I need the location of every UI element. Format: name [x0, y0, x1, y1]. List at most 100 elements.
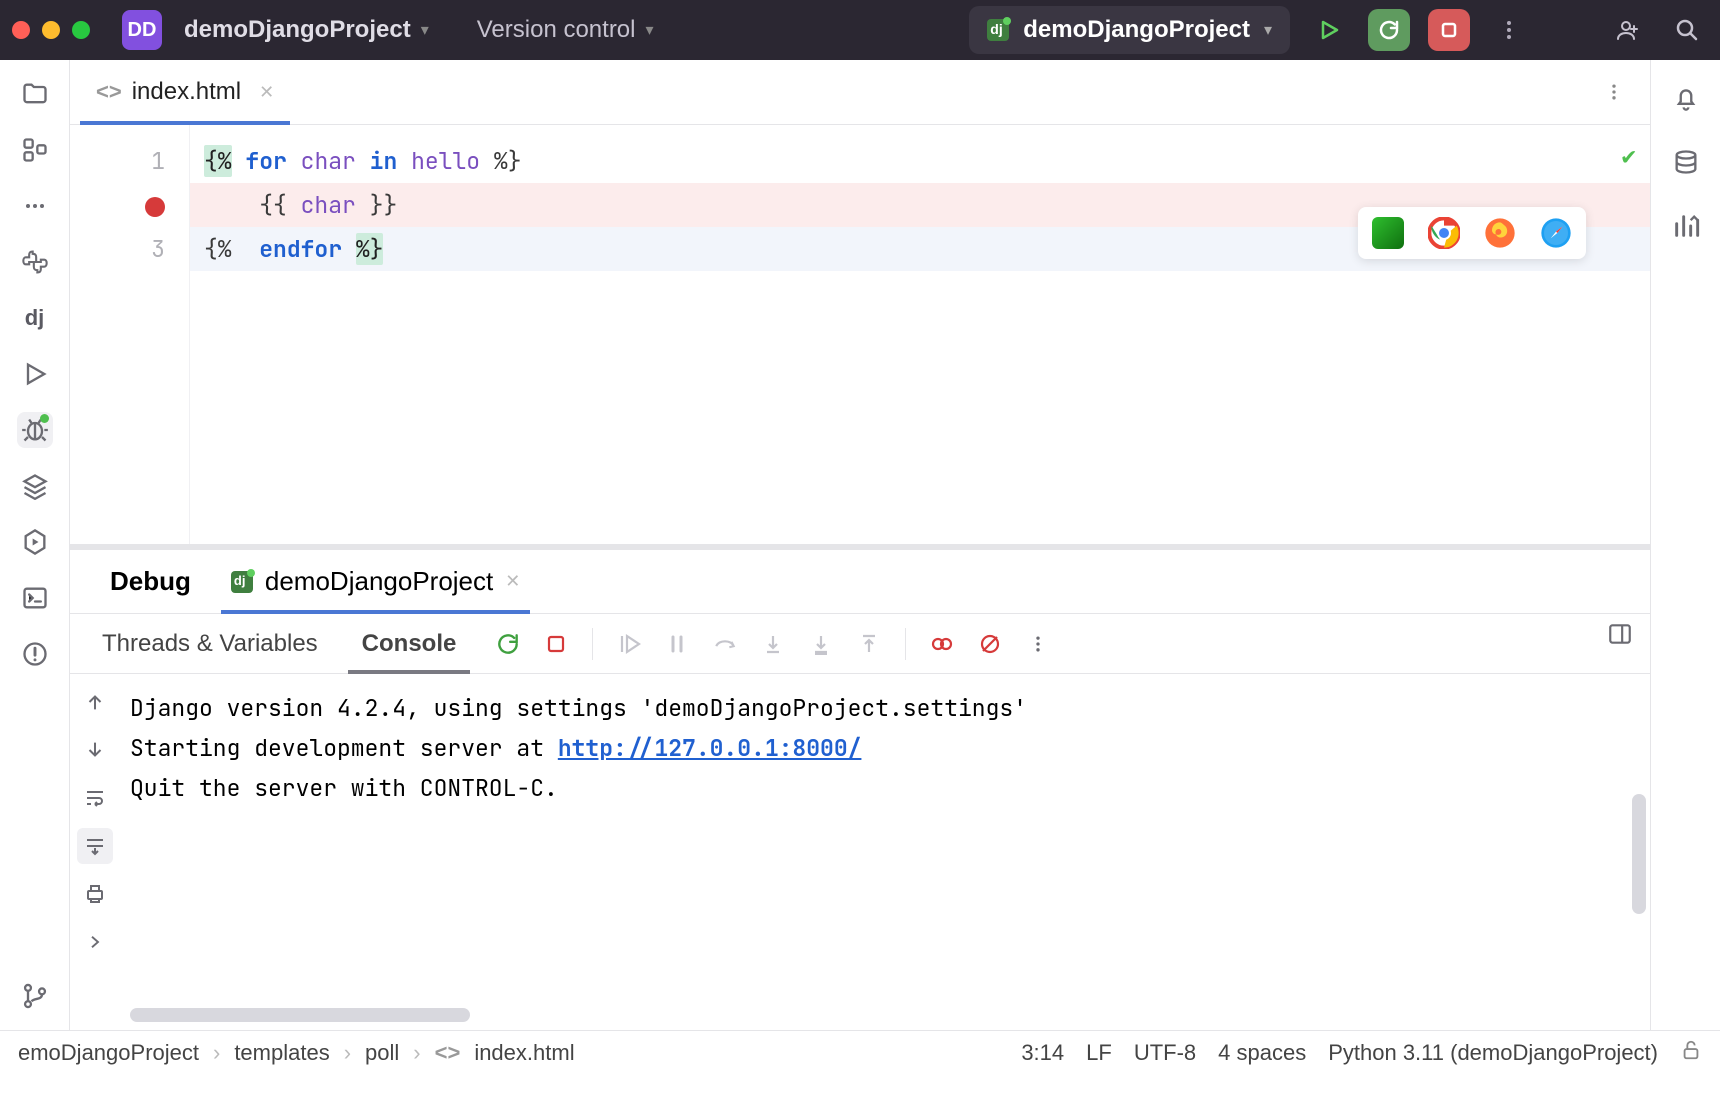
- caret-position[interactable]: 3:14: [1021, 1040, 1064, 1066]
- crumb[interactable]: emoDjangoProject: [18, 1040, 199, 1066]
- git-tool-button[interactable]: [17, 978, 53, 1014]
- run-button[interactable]: [1308, 9, 1350, 51]
- print-button[interactable]: [77, 876, 113, 912]
- status-bar: emoDjangoProject › templates › poll › <>…: [0, 1030, 1720, 1074]
- bell-icon: [1672, 84, 1700, 112]
- arrow-up-icon: [84, 691, 106, 713]
- minimize-window-button[interactable]: [42, 21, 60, 39]
- code-area[interactable]: {% for char in hello %} {{ char }} {% en…: [190, 125, 1650, 544]
- firefox-icon[interactable]: [1484, 217, 1516, 249]
- vcs-label: Version control: [477, 16, 636, 44]
- run-config-selector[interactable]: demoDjangoProject ▾: [969, 6, 1290, 54]
- project-name-label: demoDjangoProject: [184, 16, 411, 44]
- services-tool-button[interactable]: [17, 468, 53, 504]
- structure-tool-button[interactable]: [17, 132, 53, 168]
- step-over-button[interactable]: [705, 624, 745, 664]
- tab-debug[interactable]: Debug: [90, 550, 211, 613]
- structure-icon: [21, 136, 49, 164]
- indent-setting[interactable]: 4 spaces: [1218, 1040, 1306, 1066]
- problems-tool-button[interactable]: [17, 636, 53, 672]
- rerun-debug-button[interactable]: [488, 624, 528, 664]
- ellipsis-icon: [23, 194, 47, 218]
- token: {{: [259, 190, 287, 220]
- interpreter[interactable]: Python 3.11 (demoDjangoProject): [1328, 1040, 1658, 1066]
- database-button[interactable]: [1668, 144, 1704, 180]
- pycharm-preview-button[interactable]: [1372, 217, 1404, 249]
- more-actions-button[interactable]: [1488, 9, 1530, 51]
- subtab-threads-variables[interactable]: Threads & Variables: [80, 614, 340, 673]
- stop-debug-button[interactable]: [536, 624, 576, 664]
- rerun-button[interactable]: [1368, 9, 1410, 51]
- close-session-icon[interactable]: ✕: [505, 571, 520, 592]
- html-file-icon: <>: [435, 1040, 461, 1066]
- step-over-icon: [712, 631, 738, 657]
- debug-more-button[interactable]: [1018, 624, 1058, 664]
- token: %}: [494, 146, 522, 176]
- readonly-toggle[interactable]: [1680, 1039, 1702, 1067]
- inspection-widget[interactable]: ✔: [1622, 135, 1636, 179]
- django-icon: [231, 571, 253, 593]
- right-sidebar: [1650, 60, 1720, 1030]
- console-output[interactable]: Django version 4.2.4, using settings 'de…: [120, 674, 1650, 1030]
- code-editor[interactable]: 1 3 {% for char in hello %} {{ char }} {…: [70, 125, 1650, 544]
- chevron-down-icon: ▾: [646, 20, 654, 40]
- endpoints-tool-button[interactable]: [17, 524, 53, 560]
- stop-icon: [1437, 18, 1461, 42]
- step-out-icon: [857, 632, 881, 656]
- breakpoint-marker[interactable]: [70, 183, 165, 227]
- close-window-button[interactable]: [12, 21, 30, 39]
- crumb[interactable]: templates: [234, 1040, 329, 1066]
- pause-icon: [665, 632, 689, 656]
- run-tool-button[interactable]: [17, 356, 53, 392]
- debug-tool-button[interactable]: [17, 412, 53, 448]
- project-selector[interactable]: DD demoDjangoProject ▾: [118, 4, 433, 56]
- server-url-link[interactable]: http://127.0.0.1:8000/: [558, 733, 862, 763]
- layout-settings-button[interactable]: [1600, 614, 1640, 654]
- profiler-button[interactable]: [1668, 208, 1704, 244]
- chevron-down-icon: ▾: [1264, 20, 1272, 40]
- crumb[interactable]: poll: [365, 1040, 399, 1066]
- tab-debug-session[interactable]: demoDjangoProject ✕: [211, 550, 540, 613]
- maximize-window-button[interactable]: [72, 21, 90, 39]
- notifications-button[interactable]: [1668, 80, 1704, 116]
- console-next-button[interactable]: [77, 924, 113, 960]
- step-out-button[interactable]: [849, 624, 889, 664]
- resume-button[interactable]: [609, 624, 649, 664]
- version-control-menu[interactable]: Version control ▾: [473, 10, 658, 50]
- scroll-to-end-button[interactable]: [77, 828, 113, 864]
- breadcrumbs[interactable]: emoDjangoProject › templates › poll › <>…: [18, 1040, 575, 1066]
- tab-index-html[interactable]: <> index.html ✕: [80, 60, 290, 124]
- mute-breakpoints-button[interactable]: [970, 624, 1010, 664]
- soft-wrap-button[interactable]: [77, 780, 113, 816]
- scroll-previous-button[interactable]: [77, 684, 113, 720]
- subtab-console[interactable]: Console: [340, 614, 479, 673]
- chrome-icon[interactable]: [1428, 217, 1460, 249]
- step-into-button[interactable]: [753, 624, 793, 664]
- safari-icon[interactable]: [1540, 217, 1572, 249]
- scroll-next-button[interactable]: [77, 732, 113, 768]
- django-tool-button[interactable]: dj: [17, 300, 53, 336]
- debug-tool-window: Debug demoDjangoProject ✕ Threads & Vari…: [70, 550, 1650, 1030]
- code-with-me-button[interactable]: [1606, 9, 1648, 51]
- step-into-my-button[interactable]: [801, 624, 841, 664]
- line-separator[interactable]: LF: [1086, 1040, 1112, 1066]
- editor-tabs-menu[interactable]: [1588, 60, 1640, 124]
- crumb[interactable]: index.html: [474, 1040, 574, 1066]
- close-tab-icon[interactable]: ✕: [259, 82, 274, 103]
- python-packages-button[interactable]: [17, 244, 53, 280]
- more-tool-button[interactable]: [17, 188, 53, 224]
- search-everywhere-button[interactable]: [1666, 9, 1708, 51]
- terminal-tool-button[interactable]: [17, 580, 53, 616]
- token: }}: [370, 190, 398, 220]
- view-breakpoints-button[interactable]: [922, 624, 962, 664]
- horizontal-scrollbar[interactable]: [130, 1008, 470, 1022]
- console-line: Quit the server with CONTROL-C.: [130, 768, 1640, 808]
- pause-button[interactable]: [657, 624, 697, 664]
- vertical-scrollbar[interactable]: [1632, 794, 1646, 914]
- stop-button[interactable]: [1428, 9, 1470, 51]
- project-tool-button[interactable]: [17, 76, 53, 112]
- user-add-icon: [1615, 18, 1639, 42]
- token: char: [301, 146, 356, 176]
- file-encoding[interactable]: UTF-8: [1134, 1040, 1196, 1066]
- check-icon: ✔: [1622, 135, 1636, 179]
